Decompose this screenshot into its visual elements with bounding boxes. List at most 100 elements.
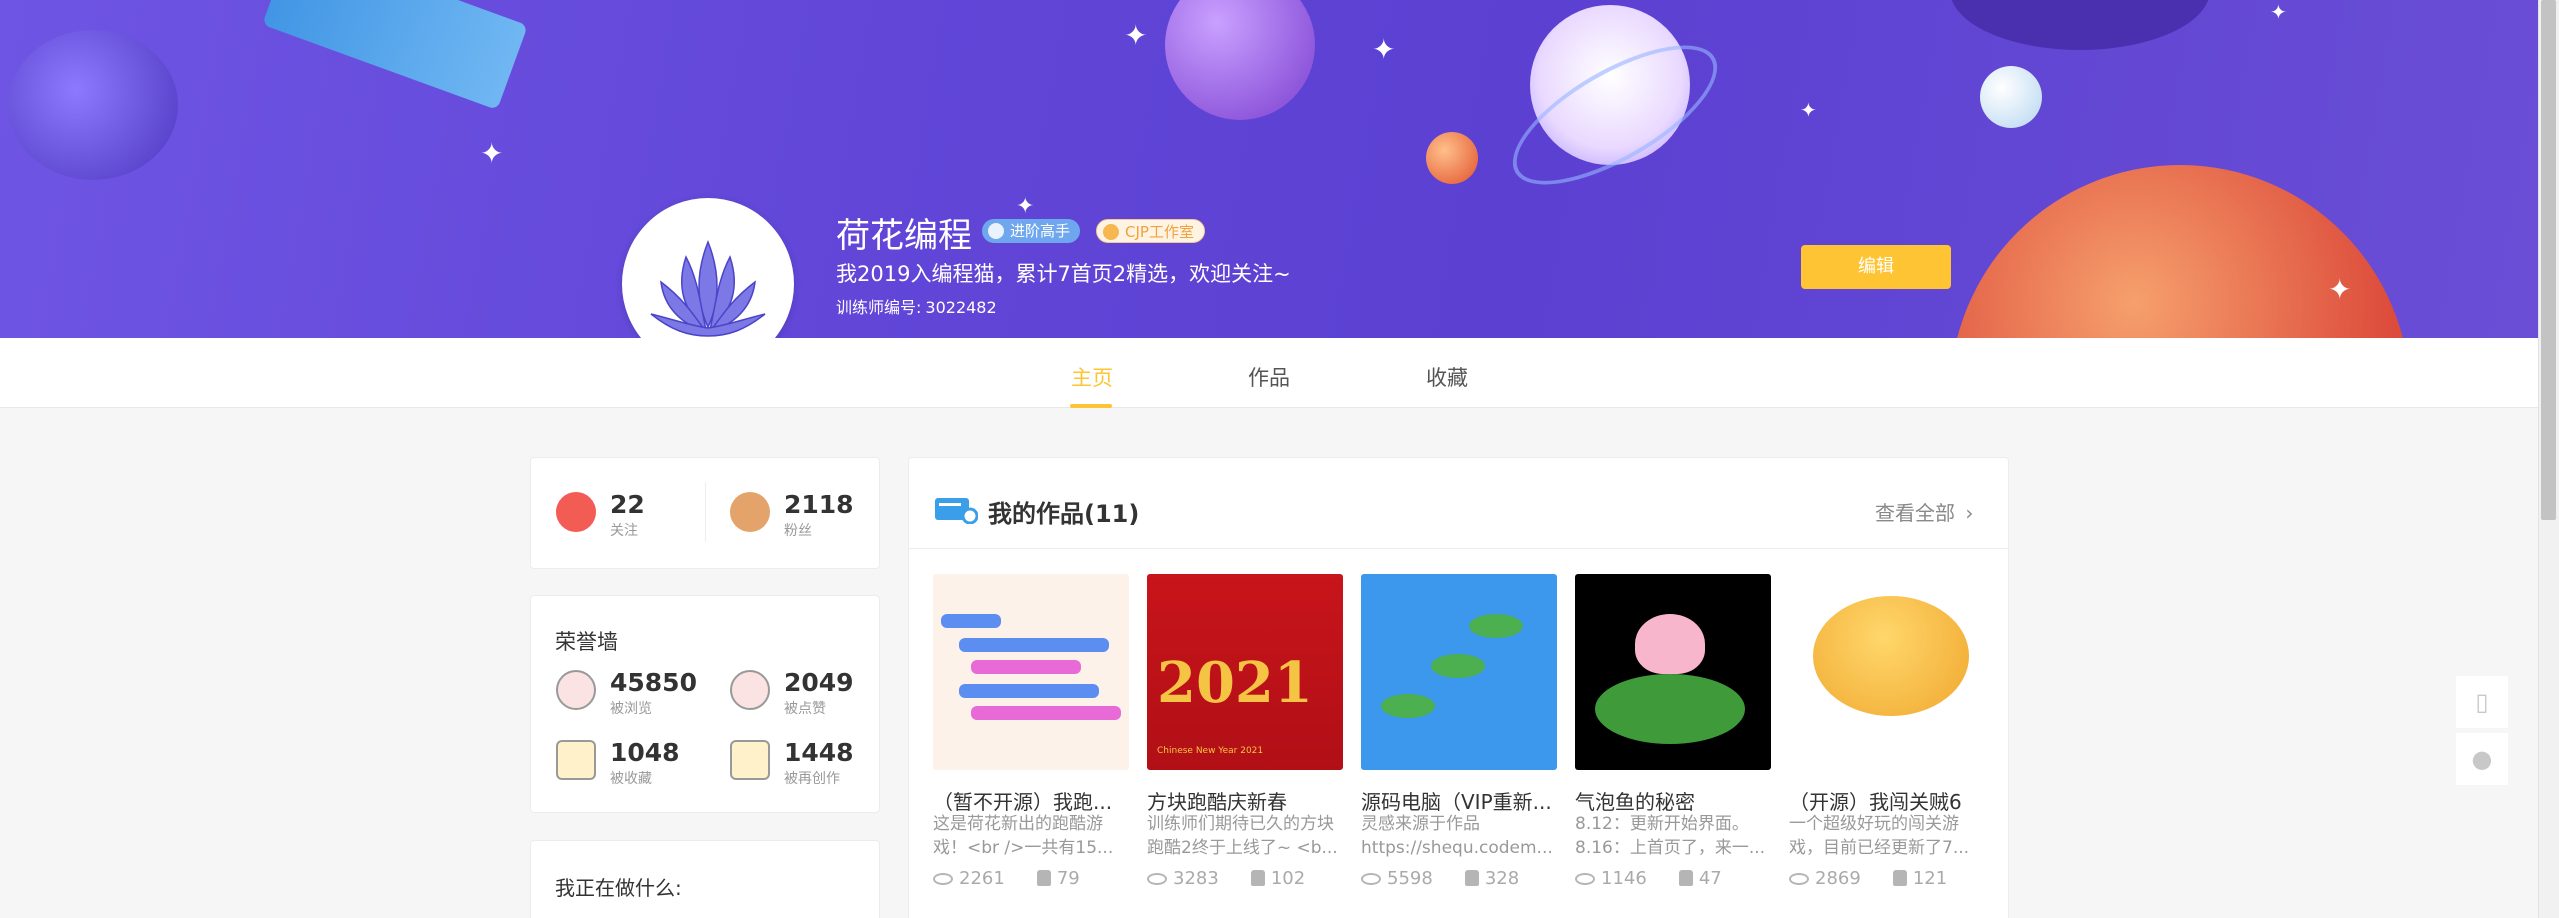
eye-icon bbox=[1789, 873, 1809, 885]
stat-divider bbox=[705, 482, 706, 542]
view-all-link[interactable]: 查看全部 › bbox=[1875, 497, 1973, 526]
edit-button[interactable]: 编辑 bbox=[1801, 245, 1951, 289]
shield-icon bbox=[988, 223, 1004, 239]
lotus-flower-graphic bbox=[1635, 614, 1705, 674]
work-title[interactable]: 方块跑酷庆新春 bbox=[1147, 786, 1343, 815]
remixes-label: 被再创作 bbox=[784, 771, 840, 787]
thumb-icon bbox=[730, 670, 770, 710]
phone-icon: ▯ bbox=[2475, 688, 2489, 716]
likes-label: 被点赞 bbox=[784, 701, 826, 717]
level-badge-label: 进阶高手 bbox=[1010, 222, 1071, 240]
work-description: 一个超级好玩的闯关游戏，目前已经更新了7... bbox=[1789, 814, 1970, 858]
favorites-label: 被收藏 bbox=[610, 771, 652, 787]
planet-left-decoration bbox=[8, 30, 178, 180]
work-views: 3283 bbox=[1173, 868, 1219, 889]
thumb-up-icon bbox=[1678, 870, 1693, 886]
mobile-app-button[interactable]: ▯ bbox=[2456, 676, 2508, 728]
fans-count: 2118 bbox=[784, 490, 854, 519]
planet-white-decoration bbox=[1980, 66, 2042, 128]
sparkle-icon: ✦ bbox=[1372, 33, 1396, 66]
tab-favorites[interactable]: 收藏 bbox=[1426, 362, 1468, 392]
lotus-pad-graphic bbox=[1431, 654, 1485, 678]
works-divider bbox=[909, 548, 2008, 549]
work-description: 灵感来源于作品 https://shequ.codem... bbox=[1361, 814, 1553, 858]
sparkle-icon: ✦ bbox=[1124, 19, 1148, 52]
star-box-icon bbox=[556, 740, 596, 780]
work-likes: 102 bbox=[1270, 868, 1306, 889]
work-stats: 2869 121 bbox=[1789, 868, 1947, 889]
planet-red-decoration bbox=[1950, 165, 2410, 338]
planet-orange-small-decoration bbox=[1426, 132, 1478, 184]
tab-works[interactable]: 作品 bbox=[1248, 362, 1290, 392]
following-count: 22 bbox=[610, 490, 645, 519]
work-description: 训练师们期待已久的方块跑酷2终于上线了~ <b... bbox=[1147, 814, 1338, 858]
favorites-count: 1048 bbox=[610, 738, 680, 767]
sparkle-icon: ✦ bbox=[2270, 0, 2287, 24]
work-likes: 79 bbox=[1056, 868, 1080, 889]
likes-count: 2049 bbox=[784, 668, 854, 697]
level-badge[interactable]: 进阶高手 bbox=[982, 219, 1081, 243]
bear-heart-icon bbox=[730, 492, 770, 532]
eye-icon bbox=[1361, 873, 1381, 885]
thumb-up-icon bbox=[1892, 870, 1907, 886]
trainer-id-value: 3022482 bbox=[925, 298, 997, 317]
sparkle-icon: ✦ bbox=[1800, 98, 1817, 122]
lotus-pad-graphic bbox=[1381, 694, 1435, 718]
work-thumbnail[interactable] bbox=[933, 574, 1129, 770]
work-views: 2261 bbox=[959, 868, 1005, 889]
active-tab-indicator bbox=[1070, 404, 1112, 408]
work-thumbnail[interactable] bbox=[1361, 574, 1557, 770]
remixes-count: 1448 bbox=[784, 738, 854, 767]
page-scrollbar[interactable] bbox=[2538, 0, 2559, 918]
following-label: 关注 bbox=[610, 523, 638, 539]
studio-badge[interactable]: CJP工作室 bbox=[1096, 219, 1205, 243]
scrollbar-thumb[interactable] bbox=[2541, 0, 2556, 520]
work-description: 这是荷花新出的跑酷游戏！<br />一共有15... bbox=[933, 814, 1114, 858]
eye-icon bbox=[1147, 873, 1167, 885]
user-bio: 我2019入编程猫，累计7首页2精选，欢迎关注~ bbox=[836, 262, 1291, 286]
thumb-up-icon bbox=[1250, 870, 1265, 886]
view-all-label: 查看全部 bbox=[1875, 501, 1955, 525]
work-title[interactable]: （暂不开源）我跑... bbox=[933, 786, 1129, 815]
qq-contact-button[interactable]: ● bbox=[2456, 733, 2508, 785]
trainer-id: 训练师编号: 3022482 bbox=[836, 294, 997, 318]
code-block-graphic bbox=[941, 614, 1121, 724]
work-likes: 47 bbox=[1698, 868, 1722, 889]
work-description: 8.12：更新开始界面。 8.16：上首页了，来一... bbox=[1575, 814, 1766, 858]
views-count: 45850 bbox=[610, 668, 697, 697]
work-title[interactable]: 气泡鱼的秘密 bbox=[1575, 786, 1771, 815]
work-thumbnail[interactable]: 2021 Chinese New Year 2021 bbox=[1147, 574, 1343, 770]
planet-purple-decoration bbox=[1165, 0, 1315, 120]
fans-label: 粉丝 bbox=[784, 523, 812, 539]
work-views: 5598 bbox=[1387, 868, 1433, 889]
studio-icon bbox=[1103, 224, 1119, 240]
works-title: 我的作品(11) bbox=[988, 500, 1140, 528]
studio-badge-label: CJP工作室 bbox=[1125, 223, 1194, 241]
work-thumbnail[interactable] bbox=[1789, 574, 1985, 770]
thumb-2021-text: 2021 bbox=[1157, 650, 1313, 716]
sparkle-icon: ✦ bbox=[2328, 273, 2352, 306]
eye-icon bbox=[1575, 873, 1595, 885]
work-title[interactable]: 源码电脑（VIP重新... bbox=[1361, 786, 1557, 815]
views-label: 被浏览 bbox=[610, 701, 652, 717]
qq-icon: ● bbox=[2471, 745, 2493, 773]
lotus-leaf-graphic bbox=[1595, 674, 1745, 744]
chevron-right-icon: › bbox=[1965, 501, 1974, 525]
work-title[interactable]: （开源）我闯关贼6 bbox=[1789, 786, 1985, 815]
work-likes: 328 bbox=[1484, 868, 1520, 889]
status-title: 我正在做什么: bbox=[555, 876, 682, 900]
tab-home[interactable]: 主页 bbox=[1071, 362, 1113, 392]
work-stats: 3283 102 bbox=[1147, 868, 1305, 889]
work-stats: 2261 79 bbox=[933, 868, 1080, 889]
work-likes: 121 bbox=[1912, 868, 1948, 889]
work-stats: 1146 47 bbox=[1575, 868, 1722, 889]
heart-badge-icon bbox=[556, 492, 596, 532]
work-thumbnail[interactable] bbox=[1575, 574, 1771, 770]
thumb-up-icon bbox=[1036, 870, 1051, 886]
trainer-id-label: 训练师编号: bbox=[836, 298, 922, 317]
planet-dark-top-decoration bbox=[1950, 0, 2210, 50]
work-views: 1146 bbox=[1601, 868, 1647, 889]
honor-wall-title: 荣誉墙 bbox=[555, 630, 618, 654]
work-stats: 5598 328 bbox=[1361, 868, 1519, 889]
eye-icon bbox=[556, 670, 596, 710]
